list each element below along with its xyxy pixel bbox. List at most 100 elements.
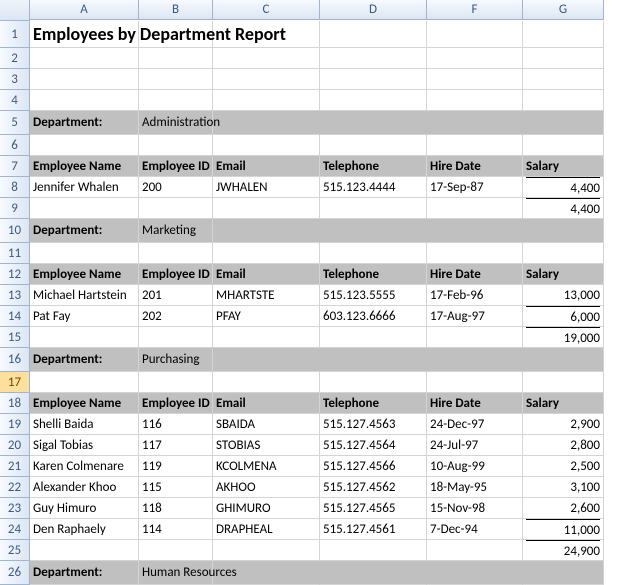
cell[interactable] — [320, 198, 427, 219]
cell[interactable] — [139, 243, 213, 264]
cell[interactable] — [30, 372, 139, 393]
cell[interactable] — [213, 198, 320, 219]
cell[interactable] — [523, 135, 604, 156]
cell[interactable] — [213, 327, 320, 348]
cell[interactable] — [30, 135, 139, 156]
row-header-25[interactable]: 25 — [0, 540, 30, 561]
cell[interactable] — [523, 561, 604, 585]
cell[interactable] — [523, 219, 604, 243]
cell[interactable] — [320, 90, 427, 111]
row-header-9[interactable]: 9 — [0, 198, 30, 219]
row-header-17[interactable]: 17 — [0, 372, 30, 393]
cell[interactable] — [320, 327, 427, 348]
cell[interactable] — [213, 219, 320, 243]
row-header-20[interactable]: 20 — [0, 435, 30, 456]
cell[interactable] — [523, 372, 604, 393]
row-header-13[interactable]: 13 — [0, 285, 30, 306]
cell[interactable] — [320, 243, 427, 264]
cell[interactable] — [30, 243, 139, 264]
cell[interactable] — [427, 198, 523, 219]
cell[interactable] — [30, 90, 139, 111]
cell[interactable] — [427, 561, 523, 585]
cell[interactable] — [320, 348, 427, 372]
cell[interactable] — [523, 48, 604, 69]
col-header-D[interactable]: D — [320, 0, 427, 20]
cell[interactable] — [320, 219, 427, 243]
col-header-B[interactable]: B — [139, 0, 213, 20]
cell[interactable] — [320, 48, 427, 69]
cell[interactable] — [139, 198, 213, 219]
cell[interactable] — [213, 69, 320, 90]
cell[interactable] — [523, 111, 604, 135]
cell[interactable] — [320, 135, 427, 156]
cell[interactable] — [30, 48, 139, 69]
cell[interactable] — [427, 48, 523, 69]
cell[interactable] — [213, 48, 320, 69]
cell[interactable] — [523, 90, 604, 111]
row-header-6[interactable]: 6 — [0, 135, 30, 156]
cell[interactable] — [427, 135, 523, 156]
cell[interactable] — [213, 135, 320, 156]
cell[interactable] — [523, 21, 604, 48]
col-header-C[interactable]: C — [213, 0, 320, 20]
col-header-G[interactable]: G — [523, 0, 604, 20]
cell[interactable] — [30, 327, 139, 348]
cell[interactable] — [139, 327, 213, 348]
cell[interactable] — [523, 243, 604, 264]
cell[interactable] — [213, 243, 320, 264]
row-header-14[interactable]: 14 — [0, 306, 30, 327]
cell[interactable] — [213, 372, 320, 393]
cell[interactable] — [427, 69, 523, 90]
cell[interactable] — [30, 540, 139, 561]
cell[interactable] — [320, 111, 427, 135]
cell[interactable] — [139, 48, 213, 69]
cell[interactable] — [320, 561, 427, 585]
row-header-21[interactable]: 21 — [0, 456, 30, 477]
cell[interactable] — [139, 135, 213, 156]
cell[interactable] — [320, 372, 427, 393]
cell[interactable] — [427, 348, 523, 372]
row-header-26[interactable]: 26 — [0, 561, 30, 585]
cell[interactable] — [427, 111, 523, 135]
row-header-7[interactable]: 7 — [0, 156, 30, 177]
row-header-19[interactable]: 19 — [0, 414, 30, 435]
row-header-24[interactable]: 24 — [0, 519, 30, 540]
row-header-5[interactable]: 5 — [0, 111, 30, 135]
row-header-11[interactable]: 11 — [0, 243, 30, 264]
cell[interactable] — [139, 540, 213, 561]
row-header-4[interactable]: 4 — [0, 90, 30, 111]
cell[interactable] — [213, 90, 320, 111]
cell[interactable] — [427, 540, 523, 561]
cell[interactable] — [427, 243, 523, 264]
row-header-2[interactable]: 2 — [0, 48, 30, 69]
cell[interactable] — [427, 327, 523, 348]
row-header-16[interactable]: 16 — [0, 348, 30, 372]
col-header-A[interactable]: A — [30, 0, 139, 20]
cell[interactable] — [427, 219, 523, 243]
cell[interactable] — [427, 372, 523, 393]
row-header-23[interactable]: 23 — [0, 498, 30, 519]
row-header-22[interactable]: 22 — [0, 477, 30, 498]
spreadsheet-grid[interactable]: ABCDFG1Employees by Department Report234… — [0, 0, 627, 585]
cell[interactable] — [320, 540, 427, 561]
cell[interactable] — [320, 21, 427, 48]
select-all-corner[interactable] — [0, 0, 30, 21]
row-header-8[interactable]: 8 — [0, 177, 30, 198]
col-header-F[interactable]: F — [427, 0, 523, 20]
cell[interactable] — [139, 69, 213, 90]
cell[interactable] — [213, 540, 320, 561]
cell[interactable] — [523, 348, 604, 372]
cell[interactable] — [427, 21, 523, 48]
cell[interactable] — [213, 348, 320, 372]
row-header-1[interactable]: 1 — [0, 21, 30, 48]
row-header-3[interactable]: 3 — [0, 69, 30, 90]
cell[interactable] — [320, 69, 427, 90]
cell[interactable] — [213, 111, 320, 135]
row-header-12[interactable]: 12 — [0, 264, 30, 285]
row-header-18[interactable]: 18 — [0, 393, 30, 414]
cell[interactable] — [139, 372, 213, 393]
cell[interactable] — [523, 69, 604, 90]
row-header-10[interactable]: 10 — [0, 219, 30, 243]
cell[interactable] — [139, 90, 213, 111]
row-header-15[interactable]: 15 — [0, 327, 30, 348]
